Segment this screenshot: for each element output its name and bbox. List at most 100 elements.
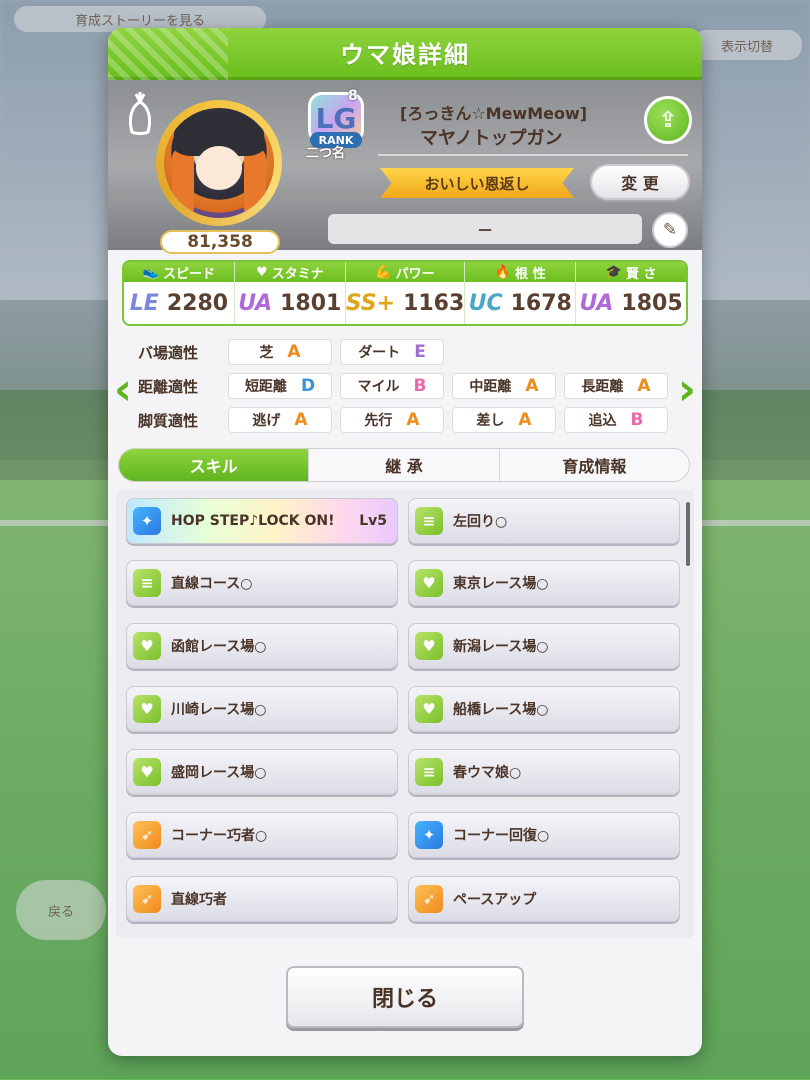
aptitude-late: 差し A — [452, 407, 556, 433]
stat-label: スタミナ — [271, 266, 324, 282]
close-button[interactable]: 閉じる — [286, 966, 524, 1028]
aptitude-sprint: 短距離 D — [228, 373, 332, 399]
distance-aptitude-label: 距離適性 — [138, 377, 199, 396]
detail-tabs: スキル 継 承 育成情報 — [118, 448, 690, 482]
tab-inheritance[interactable]: 継 承 — [309, 449, 500, 481]
skill-name: 直線コース○ — [171, 576, 253, 592]
rank-number: 8 — [348, 88, 358, 104]
cap-icon: 🎓 — [605, 264, 622, 280]
heart-icon: ♥ — [415, 569, 443, 597]
aptitude-front: 逃げ A — [228, 407, 332, 433]
character-name: マヤノトップガン — [420, 128, 563, 149]
stat-value: 1801 — [280, 290, 342, 316]
prev-arrow-icon[interactable]: ‹ — [108, 364, 138, 415]
avatar-portrait — [164, 108, 274, 218]
stat-speed: 👟 スピード LE 2280 — [124, 262, 235, 324]
skill-item[interactable]: ✦ コーナー回復○ — [408, 812, 680, 858]
skill-item[interactable]: ➶ ペースアップ — [408, 876, 680, 922]
skill-name: 東京レース場○ — [453, 576, 549, 592]
skill-name: 川崎レース場○ — [171, 702, 267, 718]
distance-aptitude-row: 距離適性 短距離 D マイル B 中距離 A 長距離 A — [138, 372, 676, 400]
track-aptitude-row: バ場適性 芝A ダート E — [138, 338, 452, 366]
card-icon: ≡ — [415, 758, 443, 786]
sparkle-icon: ✦ — [133, 507, 161, 535]
stat-label: 根 性 — [515, 266, 546, 282]
stat-wisdom: 🎓 賢 さ UA 1805 — [576, 262, 686, 324]
stat-power: 💪 パワー SS+ 1163 — [345, 262, 466, 324]
stat-grade: SS+ — [345, 290, 396, 316]
skill-item[interactable]: ≡ 直線コース○ — [126, 560, 398, 606]
aptitude-long: 長距離 A — [564, 373, 668, 399]
skill-name: コーナー巧者○ — [171, 828, 268, 844]
tab-training-info[interactable]: 育成情報 — [500, 449, 689, 481]
stat-grade: UA — [238, 290, 273, 316]
tab-skills[interactable]: スキル — [119, 449, 310, 481]
skill-item[interactable]: ♥ 新潟レース場○ — [408, 623, 680, 669]
runner-icon: ➶ — [415, 885, 443, 913]
evaluation-score: 81,358 — [160, 230, 280, 254]
modal-title: ウマ娘詳細 — [340, 41, 470, 69]
nickname-label: 二つ名 — [306, 146, 346, 161]
skill-list-scrollbar[interactable] — [686, 502, 690, 566]
skill-item[interactable]: ♥ 東京レース場○ — [408, 560, 680, 606]
stat-value: 1805 — [621, 290, 683, 316]
runner-icon: ➶ — [133, 821, 161, 849]
stat-label: スピード — [163, 266, 216, 282]
edit-memo-button[interactable]: ✎ — [652, 212, 688, 248]
skill-name: HOP STEP♪LOCK ON! — [171, 513, 335, 529]
aptitude-panel: ‹ › バ場適性 芝A ダート E 距離適性 短距離 D マイル B 中距離 A 長距離… — [108, 336, 702, 436]
heart-icon: ♥ — [255, 264, 268, 280]
muscle-icon: 💪 — [375, 264, 392, 280]
stat-grade: UA — [579, 290, 614, 316]
aptitude-medium: 中距離 A — [452, 373, 556, 399]
sparkle-icon: ✦ — [415, 821, 443, 849]
flame-icon: 🔥 — [494, 264, 512, 280]
stat-value: 1678 — [510, 290, 572, 316]
title-divider — [378, 154, 688, 156]
stat-guts: 🔥 根 性 UC 1678 — [465, 262, 577, 324]
skill-name: 盛岡レース場○ — [171, 765, 267, 781]
skill-name: 左回り○ — [453, 514, 508, 530]
shoe-icon: 👟 — [142, 264, 160, 280]
skill-name: 新潟レース場○ — [453, 639, 549, 655]
skill-item[interactable]: ♥ 盛岡レース場○ — [126, 749, 398, 795]
aptitude-mile: マイル B — [340, 373, 444, 399]
skill-item[interactable]: ♥ 船橋レース場○ — [408, 686, 680, 732]
nickname-ribbon: おいしい恩返し — [380, 168, 574, 198]
carrot-icon — [122, 92, 158, 136]
skill-name: ペースアップ — [453, 892, 537, 908]
skill-item[interactable]: ➶ 直線巧者 — [126, 876, 398, 922]
pencil-icon: ✎ — [662, 220, 678, 240]
skill-item[interactable]: ✦ HOP STEP♪LOCK ON! Lv5 — [126, 498, 398, 544]
skill-name: 春ウマ娘○ — [453, 765, 522, 781]
skill-item[interactable]: ≡ 左回り○ — [408, 498, 680, 544]
costume-title: [ろっきん☆MewMeow] — [400, 104, 588, 123]
card-icon: ≡ — [133, 569, 161, 597]
skill-item[interactable]: ♥ 函館レース場○ — [126, 623, 398, 669]
stat-value: 1163 — [403, 290, 465, 316]
heart-icon: ♥ — [133, 632, 161, 660]
next-arrow-icon[interactable]: › — [672, 364, 702, 415]
heart-icon: ♥ — [133, 695, 161, 723]
stat-label: 賢 さ — [625, 266, 657, 282]
skill-item[interactable]: ♥ 川崎レース場○ — [126, 686, 398, 732]
card-icon: ≡ — [415, 507, 443, 535]
skill-item[interactable]: ➶ コーナー巧者○ — [126, 812, 398, 858]
heart-icon: ♥ — [415, 695, 443, 723]
share-button[interactable]: ⇪ — [644, 96, 692, 144]
change-nickname-button[interactable]: 変 更 — [590, 164, 690, 200]
character-avatar[interactable] — [156, 100, 282, 226]
stat-stamina: ♥ スタミナ UA 1801 — [234, 262, 346, 324]
skill-level: Lv5 — [359, 513, 387, 529]
aptitude-turf: 芝A — [228, 339, 332, 365]
skill-name: コーナー回復○ — [453, 828, 550, 844]
skill-name: 直線巧者 — [171, 892, 227, 908]
stat-label: パワー — [395, 266, 435, 282]
style-aptitude-label: 脚質適性 — [138, 411, 199, 430]
heart-icon: ♥ — [415, 632, 443, 660]
skill-name: 函館レース場○ — [171, 639, 267, 655]
stat-grade: LE — [129, 290, 159, 316]
skill-list[interactable]: ✦ HOP STEP♪LOCK ON! Lv5 ≡ 左回り○ ≡ 直線コース○ … — [116, 490, 694, 938]
stat-value: 2280 — [166, 290, 229, 316]
skill-item[interactable]: ≡ 春ウマ娘○ — [408, 749, 680, 795]
